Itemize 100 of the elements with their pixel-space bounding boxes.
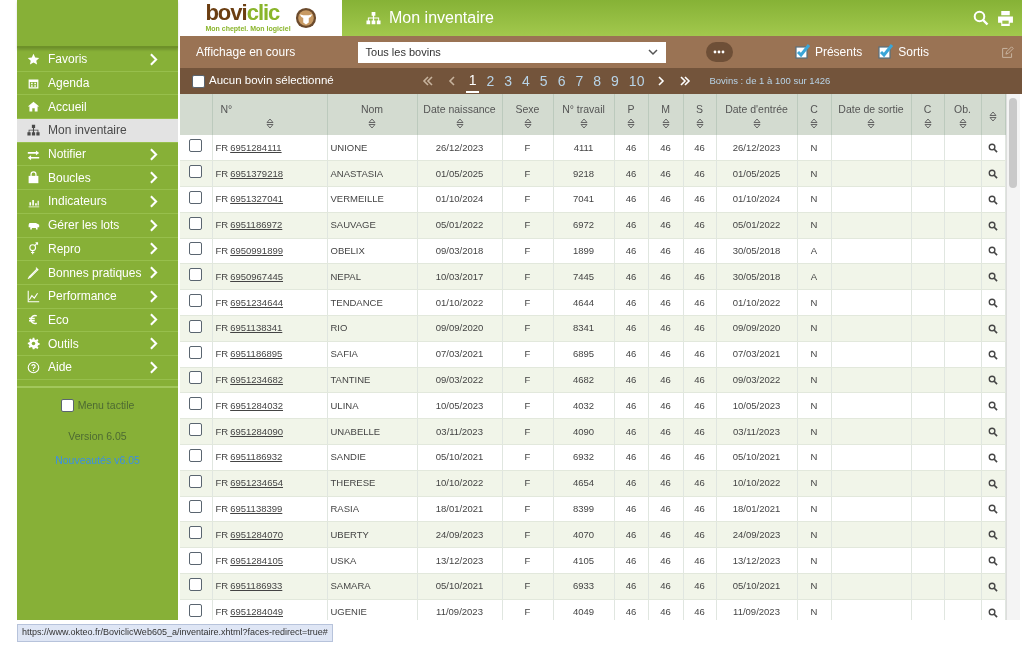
column-header[interactable]: C [797,94,831,135]
checkbox[interactable] [189,165,203,179]
checkbox[interactable] [189,552,203,565]
animal-id-link[interactable]: 6951186972 [230,219,283,231]
sort-icon [923,117,932,129]
table-cell: 4032 [553,392,614,419]
search-icon[interactable] [988,220,998,231]
animal-id-link[interactable]: 6951234682 [230,373,283,385]
search-icon[interactable] [988,298,998,309]
animal-id-link[interactable]: 6951327041 [230,193,283,205]
search-icon[interactable] [988,375,998,386]
animal-id-link[interactable]: 6951284070 [230,528,283,540]
table-cell: 30/05/2018 [716,264,797,290]
animal-id-link[interactable]: 6951138399 [230,502,283,514]
checkbox[interactable] [189,294,203,308]
checkbox[interactable] [794,44,811,60]
search-icon[interactable] [988,272,998,283]
animal-id-link[interactable]: 6951186933 [230,580,283,592]
page-link[interactable]: 6 [554,70,569,92]
search-icon[interactable] [988,581,998,592]
checkbox[interactable] [189,268,203,282]
search-icon[interactable] [988,349,998,360]
checkbox[interactable] [189,242,203,256]
column-header[interactable]: N° travail [553,94,614,135]
checkbox[interactable] [192,74,205,88]
column-header[interactable]: Ob. [944,94,981,135]
animal-id-link[interactable]: 6951186932 [230,451,283,463]
checkbox[interactable] [189,139,203,152]
sidebar-item[interactable]: Mon inventaire [17,119,178,143]
checkbox[interactable] [189,345,203,359]
page-link[interactable]: 2 [483,70,498,92]
column-header[interactable]: M [648,94,683,135]
checkbox[interactable] [878,44,895,60]
more-button[interactable] [705,42,733,62]
animal-id-link[interactable]: 6951284049 [230,606,283,618]
page-link[interactable]: 9 [608,70,622,92]
checkbox[interactable] [189,216,203,230]
animal-id-link[interactable]: 6950991899 [230,244,283,256]
animal-id-link[interactable]: 6951284105 [230,554,283,566]
table-cell: 46 [648,392,683,419]
checkbox[interactable] [189,397,203,411]
animal-id-link[interactable]: 6950967445 [230,270,283,282]
column-header[interactable]: P [614,94,648,135]
search-icon[interactable] [988,401,998,412]
view-select[interactable]: Tous les bovins [357,41,666,63]
search-icon[interactable] [988,169,998,180]
checkbox[interactable] [189,577,203,591]
table-cell: 24/09/2023 [716,521,797,548]
search-icon[interactable] [988,194,998,205]
country-code: FR [215,425,229,437]
search-icon[interactable] [988,607,998,618]
page-link[interactable]: 8 [590,70,605,92]
animal-id-link[interactable]: 6951284090 [230,425,283,437]
animal-id-link[interactable]: 6951234654 [230,477,283,489]
checkbox[interactable] [189,500,203,514]
page-link[interactable]: 7 [572,70,587,92]
first-page-icon[interactable] [421,76,434,86]
animal-id-link[interactable]: 6951138341 [230,322,283,334]
page-link[interactable]: 3 [501,70,516,92]
search-icon[interactable] [988,504,998,515]
search-icon[interactable] [988,323,998,334]
search-icon[interactable] [988,246,998,257]
animal-id-link[interactable]: 6951186895 [230,348,283,360]
checkbox[interactable] [189,526,203,540]
table-cell: 46 [614,341,648,368]
animal-id-link[interactable]: 6951284111 [230,141,282,153]
last-page-icon[interactable] [679,76,692,86]
column-header[interactable]: Date naissance [417,94,502,135]
column-header[interactable]: C [911,94,944,135]
column-header[interactable]: Nom [327,94,417,135]
search-icon[interactable] [988,143,998,153]
search-icon[interactable] [988,427,998,437]
scrollbar-thumb[interactable] [1009,98,1017,188]
checkbox[interactable] [189,603,203,617]
checkbox[interactable] [189,448,203,462]
search-icon[interactable] [988,530,998,541]
sort-icon[interactable] [989,110,997,122]
checkbox[interactable] [189,371,203,385]
column-header[interactable]: N° [212,94,327,135]
checkbox[interactable] [189,319,203,333]
page-link[interactable]: 5 [536,70,551,92]
column-header[interactable]: Date d'entrée [716,94,797,135]
page-link[interactable]: 1 [465,69,480,93]
animal-id-link[interactable]: 6951284032 [230,399,283,411]
search-icon[interactable] [988,478,998,489]
column-header[interactable]: S [683,94,716,135]
search-icon[interactable] [988,452,998,463]
checkbox[interactable] [189,190,203,204]
checkbox[interactable] [189,474,203,488]
page-link[interactable]: 10 [625,70,648,92]
page-link[interactable]: 4 [519,70,533,92]
column-header[interactable]: Sexe [502,94,553,135]
column-header[interactable]: Date de sortie [831,94,911,135]
animal-id-link[interactable]: 6951379218 [230,167,283,179]
checkbox[interactable] [60,399,74,412]
animal-id-link[interactable]: 6951234644 [230,296,283,308]
table-cell: 7041 [553,186,614,213]
checkbox[interactable] [189,423,203,437]
table-cell: 4049 [553,599,614,620]
search-icon[interactable] [988,556,998,566]
